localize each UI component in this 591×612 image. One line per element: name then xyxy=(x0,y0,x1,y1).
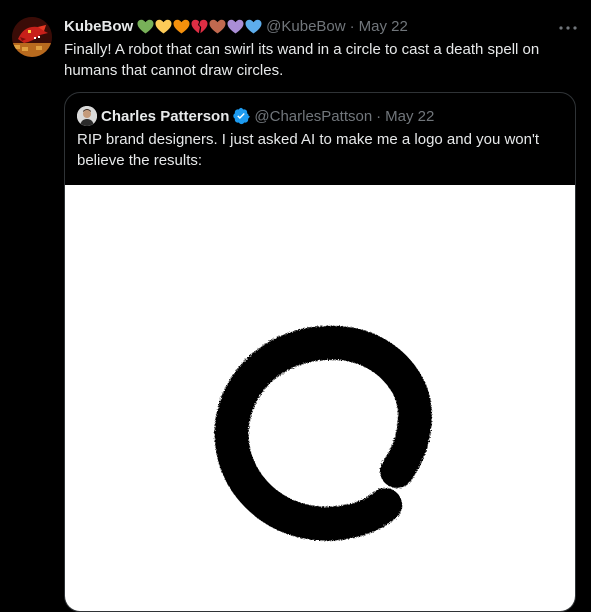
quoted-media-image[interactable] xyxy=(65,185,575,611)
handle[interactable]: @KubeBow xyxy=(266,17,345,37)
quoted-handle[interactable]: @CharlesPattson xyxy=(254,108,372,125)
orange-heart-icon xyxy=(173,19,190,34)
display-name[interactable]: KubeBow xyxy=(64,17,133,37)
quoted-tweet-header: Charles Patterson @CharlesPattson · May … xyxy=(77,106,434,126)
broken-heart-icon xyxy=(191,19,208,34)
tweet-text: Finally! A robot that can swirl its wand… xyxy=(64,41,540,79)
quoted-tweet-text: RIP brand designers. I just asked AI to … xyxy=(77,131,540,169)
person-avatar-icon xyxy=(77,106,97,126)
tweet[interactable]: KubeBow @KubeBow · May 22 Finally! A rob… xyxy=(0,0,591,612)
more-horizontal-icon xyxy=(559,26,577,30)
purple-heart-icon xyxy=(227,19,244,34)
blue-heart-icon xyxy=(245,19,262,34)
enso-brush-circle-icon xyxy=(214,325,432,541)
timestamp[interactable]: May 22 xyxy=(359,17,408,37)
tweet-header: KubeBow @KubeBow · May 22 xyxy=(64,17,408,37)
separator-dot: · xyxy=(349,18,355,35)
green-heart-icon xyxy=(137,19,154,34)
more-options-button[interactable] xyxy=(557,18,579,38)
verified-badge-icon xyxy=(232,107,251,125)
brown-heart-icon xyxy=(209,19,226,34)
quoted-separator-dot: · xyxy=(376,107,382,125)
quoted-display-name[interactable]: Charles Patterson xyxy=(101,108,229,125)
avatar[interactable] xyxy=(12,17,52,57)
dragon-avatar-icon xyxy=(12,17,52,57)
quoted-tweet[interactable]: Charles Patterson @CharlesPattson · May … xyxy=(64,92,576,612)
name-emojis xyxy=(137,19,262,35)
yellow-heart-icon xyxy=(155,19,172,34)
quoted-timestamp[interactable]: May 22 xyxy=(385,108,434,125)
quoted-avatar xyxy=(77,106,97,126)
